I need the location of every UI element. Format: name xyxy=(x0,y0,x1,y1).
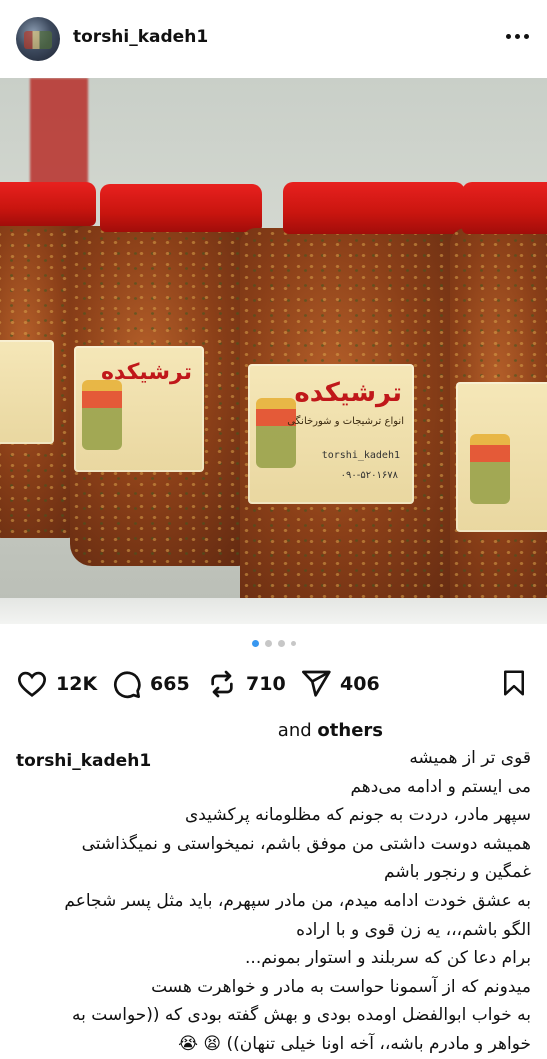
liked-by[interactable]: and others xyxy=(278,720,383,741)
carousel-dot xyxy=(277,640,285,647)
jar-label-phone: ۰۹۰-۵۲۰۱۶۷۸ xyxy=(340,470,398,481)
save-button[interactable] xyxy=(499,668,529,702)
caption-line: غمگین و رنجور باشم xyxy=(384,862,531,883)
avatar[interactable] xyxy=(16,17,60,61)
caption-line: خواهر و مادرم باشه،، آخه اونا خیلی تنهان… xyxy=(178,1033,531,1054)
caption-line: الگو باشم،،، یه زن قوی و با اراده xyxy=(296,919,531,940)
post-username[interactable]: torshi_kadeh1 xyxy=(73,27,208,47)
caption-line: همیشه دوست داشتی من موفق باشم، نمیخواستی… xyxy=(81,833,531,854)
repost-icon xyxy=(211,670,233,698)
caption-line: میدونم که از آسمونا حواست به مادر و خواه… xyxy=(151,976,531,997)
jar-second-lid xyxy=(100,184,262,232)
post-actions: 12K 665 710 406 xyxy=(0,664,547,704)
jar-left-label xyxy=(0,340,54,444)
jar-right-lid xyxy=(462,182,547,234)
jar-main-lid xyxy=(283,182,465,234)
like-count: 12K xyxy=(56,673,98,695)
jar-label-title: ترشیکده xyxy=(294,378,402,408)
post-header: torshi_kadeh1 xyxy=(0,0,547,78)
liked-by-others[interactable]: others xyxy=(317,720,383,741)
jar-main-label: ترشیکده انواع ترشیجات و شورخانگی torshi_… xyxy=(248,364,414,504)
comment-icon xyxy=(113,671,141,699)
comment-button[interactable]: 665 xyxy=(110,664,190,704)
jar-left-lid xyxy=(0,182,96,226)
heart-icon xyxy=(17,671,47,698)
background-pole xyxy=(30,78,88,188)
jar-right-label xyxy=(456,382,547,532)
carousel-dot xyxy=(264,640,272,647)
jar-label-handle: torshi_kadeh1 xyxy=(321,450,400,461)
liked-by-prefix: and xyxy=(277,720,312,741)
jar-second-label: ترشیکده xyxy=(74,346,204,472)
carousel-dot xyxy=(290,641,296,646)
bookmark-icon xyxy=(504,670,524,696)
repost-count: 710 xyxy=(246,673,286,695)
post-image[interactable]: ترشیکده ترشیکده انواع ترشیجات و شورخانگی… xyxy=(0,78,547,624)
caption-line: برام دعا کن که سربلند و استوار بمونم... xyxy=(245,948,531,969)
caption-line: قوی تر از همیشه xyxy=(409,748,531,768)
shelf xyxy=(0,598,547,624)
repost-button[interactable]: 710 xyxy=(206,664,286,704)
like-button[interactable]: 12K xyxy=(16,664,97,704)
comment-count: 665 xyxy=(150,673,190,695)
caption-line: به خواب ابوالفضل اومده بودی و بهش گفته ب… xyxy=(72,1005,531,1026)
caption-text: قوی تر از همیشه می ایستم و ادامه می‌دهم … xyxy=(8,744,531,1059)
carousel-dot xyxy=(251,640,259,647)
jar-label-subtitle: انواع ترشیجات و شورخانگی xyxy=(287,416,404,427)
share-button[interactable]: 406 xyxy=(300,664,380,704)
share-count: 406 xyxy=(340,673,380,695)
caption-line: به عشق خودت ادامه میدم، من مادر سپهرم، ب… xyxy=(64,890,531,911)
send-icon xyxy=(302,670,331,697)
more-horizontal-icon[interactable] xyxy=(506,34,529,39)
carousel-indicator xyxy=(0,640,547,647)
caption-line: می ایستم و ادامه می‌دهم xyxy=(350,776,531,797)
caption-line: سپهر مادر، دردت به جونم که مظلومانه پرکش… xyxy=(184,805,531,826)
